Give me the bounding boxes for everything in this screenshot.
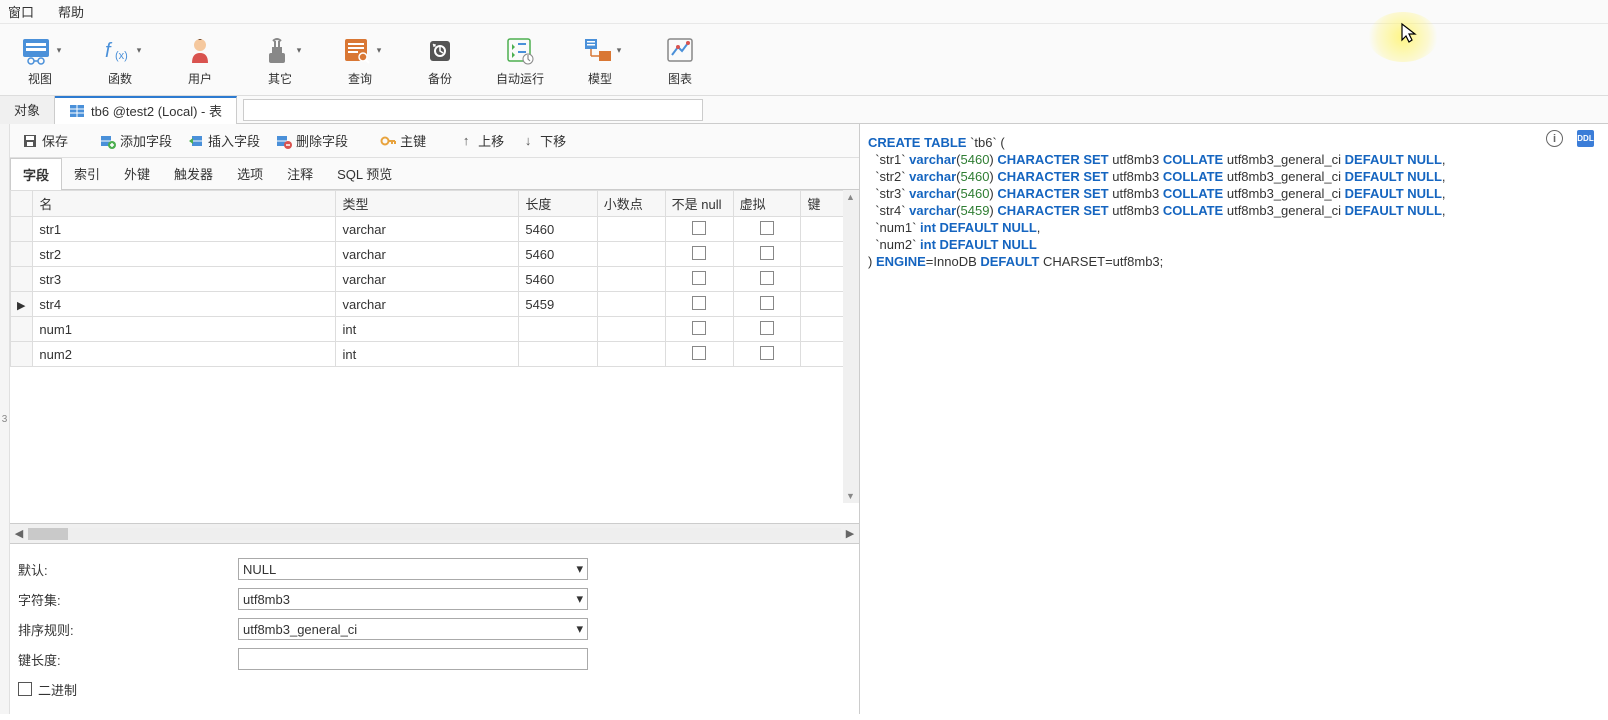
chart-icon <box>662 32 698 68</box>
svg-text:f: f <box>105 40 113 62</box>
view-icon <box>19 32 55 68</box>
table-row[interactable]: str3varchar5460 <box>11 267 859 292</box>
table-row[interactable]: num2int <box>11 342 859 367</box>
insert-field-icon <box>188 133 204 149</box>
function-icon: f(x) <box>99 32 135 68</box>
save-button[interactable]: 保存 <box>16 128 74 153</box>
prop-keylen-label: 键长度: <box>18 650 238 669</box>
table-row[interactable]: ▶str4varchar5459 <box>11 292 859 317</box>
notnull-checkbox[interactable] <box>692 296 706 310</box>
add-field-icon <box>100 133 116 149</box>
menu-help[interactable]: 帮助 <box>58 2 84 21</box>
sub-tabs: 字段 索引 外键 触发器 选项 注释 SQL 预览 <box>10 158 859 190</box>
tab-objects[interactable]: 对象 <box>0 96 55 124</box>
notnull-checkbox[interactable] <box>692 246 706 260</box>
tool-autorun[interactable]: 自动运行 <box>480 28 560 91</box>
subtab-foreign-keys[interactable]: 外键 <box>112 158 162 189</box>
subtab-options[interactable]: 选项 <box>225 158 275 189</box>
action-toolbar: 保存 添加字段 插入字段 删除字段 主键 ↑ 上移 <box>10 124 859 158</box>
notnull-checkbox[interactable] <box>692 271 706 285</box>
tabbar-input-wrap <box>243 99 703 121</box>
virtual-checkbox[interactable] <box>760 271 774 285</box>
ddl-icon[interactable]: DDL <box>1577 130 1594 147</box>
notnull-checkbox[interactable] <box>692 321 706 335</box>
tool-model[interactable]: ▾ 模型 <box>560 28 640 91</box>
table-icon <box>69 103 85 119</box>
col-header-length[interactable]: 长度 <box>519 191 597 217</box>
move-up-button[interactable]: ↑ 上移 <box>452 128 510 153</box>
backup-icon <box>422 32 458 68</box>
horizontal-scrollbar[interactable]: ◀ ▶ <box>10 523 859 543</box>
table-row[interactable]: num1int <box>11 317 859 342</box>
col-header-name[interactable]: 名 <box>33 191 336 217</box>
key-icon <box>380 133 396 149</box>
prop-charset-label: 字符集: <box>18 590 238 609</box>
tabbar-input[interactable] <box>243 99 703 121</box>
vertical-scrollbar[interactable] <box>843 190 859 503</box>
tool-user[interactable]: 用户 <box>160 28 240 91</box>
add-field-button[interactable]: 添加字段 <box>94 128 178 153</box>
col-header-notnull[interactable]: 不是 null <box>665 191 733 217</box>
subtab-triggers[interactable]: 触发器 <box>162 158 225 189</box>
virtual-checkbox[interactable] <box>760 221 774 235</box>
primary-key-button[interactable]: 主键 <box>374 128 432 153</box>
model-icon <box>579 32 615 68</box>
prop-binary-checkbox[interactable] <box>18 682 32 696</box>
up-arrow-icon: ↑ <box>458 133 474 149</box>
other-icon <box>259 32 295 68</box>
delete-field-button[interactable]: 删除字段 <box>270 128 354 153</box>
notnull-checkbox[interactable] <box>692 221 706 235</box>
virtual-checkbox[interactable] <box>760 346 774 360</box>
prop-default-label: 默认: <box>18 560 238 579</box>
ddl-panel: i DDL CREATE TABLE `tb6` ( `str1` varcha… <box>860 124 1608 714</box>
query-icon <box>339 32 375 68</box>
subtab-indexes[interactable]: 索引 <box>62 158 112 189</box>
save-icon <box>22 133 38 149</box>
main-toolbar: ▾ 视图 f(x)▾ 函数 用户 ▾ 其它 ▾ 查询 备份 自动运行 ▾ 模型 … <box>0 24 1608 96</box>
cursor-icon <box>1400 22 1418 44</box>
prop-collation-select[interactable]: utf8mb3_general_ci▾ <box>238 618 588 640</box>
menu-window[interactable]: 窗口 <box>8 2 34 21</box>
subtab-fields[interactable]: 字段 <box>10 158 62 190</box>
prop-binary-label: 二进制 <box>38 680 77 699</box>
tab-table[interactable]: tb6 @test2 (Local) - 表 <box>55 96 237 124</box>
prop-default-select[interactable]: NULL▾ <box>238 558 588 580</box>
prop-charset-select[interactable]: utf8mb3▾ <box>238 588 588 610</box>
table-row[interactable]: str1varchar5460 <box>11 217 859 242</box>
tool-function[interactable]: f(x)▾ 函数 <box>80 28 160 91</box>
subtab-sql-preview[interactable]: SQL 预览 <box>325 158 404 189</box>
col-header-type[interactable]: 类型 <box>336 191 519 217</box>
tool-chart[interactable]: 图表 <box>640 28 720 91</box>
menubar: 窗口 帮助 <box>0 0 1608 24</box>
tabbar: 对象 tb6 @test2 (Local) - 表 <box>0 96 1608 124</box>
tool-backup[interactable]: 备份 <box>400 28 480 91</box>
table-row[interactable]: str2varchar5460 <box>11 242 859 267</box>
virtual-checkbox[interactable] <box>760 296 774 310</box>
notnull-checkbox[interactable] <box>692 346 706 360</box>
col-header-virtual[interactable]: 虚拟 <box>733 191 801 217</box>
svg-text:(x): (x) <box>115 50 128 62</box>
autorun-icon <box>502 32 538 68</box>
delete-field-icon <box>276 133 292 149</box>
col-header-decimal[interactable]: 小数点 <box>597 191 665 217</box>
prop-keylen-input[interactable] <box>238 648 588 670</box>
sql-text: CREATE TABLE `tb6` ( `str1` varchar(5460… <box>868 134 1600 270</box>
tool-view[interactable]: ▾ 视图 <box>0 28 80 91</box>
virtual-checkbox[interactable] <box>760 321 774 335</box>
field-properties: 默认: NULL▾ 字符集: utf8mb3▾ 排序规则: utf8mb3_ge… <box>10 543 859 714</box>
subtab-comments[interactable]: 注释 <box>275 158 325 189</box>
insert-field-button[interactable]: 插入字段 <box>182 128 266 153</box>
left-gutter[interactable]: 3 <box>0 124 10 714</box>
down-arrow-icon: ↓ <box>520 133 536 149</box>
user-icon <box>182 32 218 68</box>
tool-query[interactable]: ▾ 查询 <box>320 28 400 91</box>
prop-collation-label: 排序规则: <box>18 620 238 639</box>
virtual-checkbox[interactable] <box>760 246 774 260</box>
info-icon[interactable]: i <box>1546 130 1563 147</box>
move-down-button[interactable]: ↓ 下移 <box>514 128 572 153</box>
tool-other[interactable]: ▾ 其它 <box>240 28 320 91</box>
fields-grid[interactable]: 名 类型 长度 小数点 不是 null 虚拟 键 str1varchar5460… <box>10 190 859 367</box>
